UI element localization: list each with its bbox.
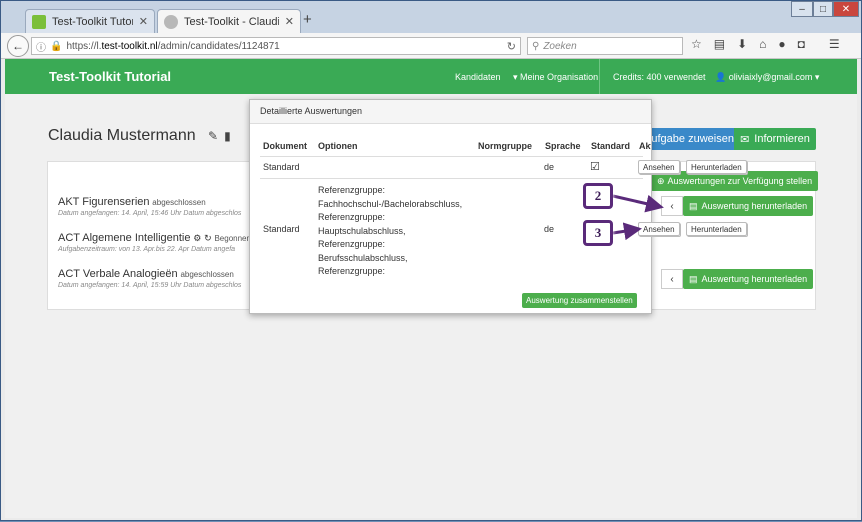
arrow-2: [612, 194, 664, 213]
callout-badge: 2: [583, 183, 613, 209]
callout-badge: 3: [583, 220, 613, 246]
browser-window: Test-Toolkit Tutorial > Ixly ✕ Test-Tool…: [0, 0, 862, 521]
annotation-arrows: [612, 194, 664, 241]
arrow-3: [612, 222, 642, 241]
